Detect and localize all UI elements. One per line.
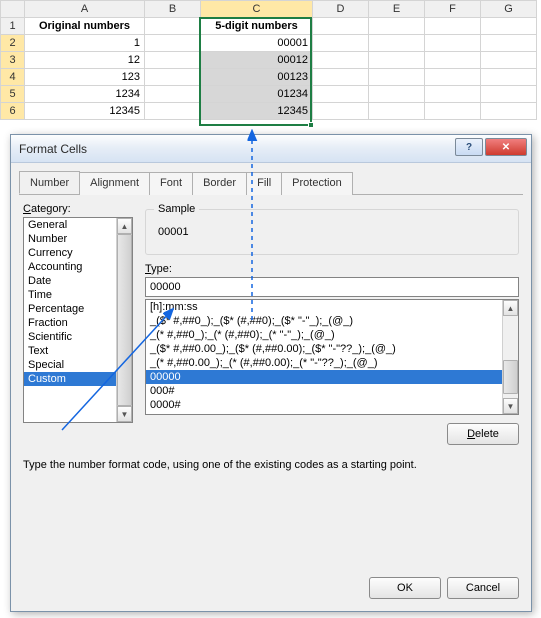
row-header-1[interactable]: 1 <box>1 18 25 35</box>
cell-B5[interactable] <box>145 86 201 103</box>
tab-fill[interactable]: Fill <box>246 172 282 195</box>
scroll-thumb[interactable] <box>503 360 518 394</box>
col-header-D[interactable]: D <box>313 1 369 18</box>
col-header-B[interactable]: B <box>145 1 201 18</box>
ok-button[interactable]: OK <box>369 577 441 599</box>
cancel-button[interactable]: Cancel <box>447 577 519 599</box>
format-item[interactable]: _($* #,##0_);_($* (#,##0);_($* "-"_);_(@… <box>146 314 502 328</box>
cell-C3[interactable]: 00012 <box>201 52 313 69</box>
cell-B6[interactable] <box>145 103 201 120</box>
cell-F3[interactable] <box>425 52 481 69</box>
dialog-titlebar[interactable]: Format Cells ? ✕ <box>11 135 531 163</box>
cell-B3[interactable] <box>145 52 201 69</box>
col-header-F[interactable]: F <box>425 1 481 18</box>
cell-C2[interactable]: 00001 <box>201 35 313 52</box>
cell-F1[interactable] <box>425 18 481 35</box>
format-scrollbar[interactable]: ▲ ▼ <box>502 300 518 414</box>
format-item-selected[interactable]: 00000 <box>146 370 502 384</box>
row-header-3[interactable]: 3 <box>1 52 25 69</box>
cell-D1[interactable] <box>313 18 369 35</box>
scroll-thumb[interactable] <box>117 234 132 406</box>
tab-border[interactable]: Border <box>192 172 247 195</box>
category-list[interactable]: General Number Currency Accounting Date … <box>23 217 133 423</box>
format-item[interactable]: 00-00 <box>146 412 502 415</box>
close-button[interactable]: ✕ <box>485 138 527 156</box>
col-header-E[interactable]: E <box>369 1 425 18</box>
cell-G6[interactable] <box>481 103 537 120</box>
cell-D6[interactable] <box>313 103 369 120</box>
cell-F2[interactable] <box>425 35 481 52</box>
dialog-title: Format Cells <box>19 142 87 156</box>
cell-B1[interactable] <box>145 18 201 35</box>
cell-B2[interactable] <box>145 35 201 52</box>
format-item[interactable]: [h]:mm:ss <box>146 300 502 314</box>
cell-A2[interactable]: 1 <box>25 35 145 52</box>
col-header-C[interactable]: C <box>201 1 313 18</box>
dialog-tabs: Number Alignment Font Border Fill Protec… <box>19 171 523 195</box>
tab-alignment[interactable]: Alignment <box>79 172 150 195</box>
tab-protection[interactable]: Protection <box>281 172 353 195</box>
cell-B4[interactable] <box>145 69 201 86</box>
cell-A5[interactable]: 1234 <box>25 86 145 103</box>
col-header-A[interactable]: A <box>25 1 145 18</box>
tab-font[interactable]: Font <box>149 172 193 195</box>
row-header-5[interactable]: 5 <box>1 86 25 103</box>
select-all-corner[interactable] <box>1 1 25 18</box>
format-hint: Type the number format code, using one o… <box>23 459 519 471</box>
col-header-G[interactable]: G <box>481 1 537 18</box>
tab-number[interactable]: Number <box>19 171 80 194</box>
cell-E6[interactable] <box>369 103 425 120</box>
cell-D4[interactable] <box>313 69 369 86</box>
cell-D5[interactable] <box>313 86 369 103</box>
type-label: Type: <box>145 263 519 275</box>
cell-C1[interactable]: 5-digit numbers <box>201 18 313 35</box>
row-header-2[interactable]: 2 <box>1 35 25 52</box>
cell-E4[interactable] <box>369 69 425 86</box>
row-header-6[interactable]: 6 <box>1 103 25 120</box>
cell-C4[interactable]: 00123 <box>201 69 313 86</box>
fill-handle[interactable] <box>308 122 314 128</box>
spreadsheet-grid: A B C D E F G 1 Original numbers 5-digit… <box>0 0 541 120</box>
cell-E5[interactable] <box>369 86 425 103</box>
sample-label: Sample <box>154 203 199 215</box>
row-header-4[interactable]: 4 <box>1 69 25 86</box>
cell-G4[interactable] <box>481 69 537 86</box>
scroll-down-icon[interactable]: ▼ <box>503 398 518 414</box>
cell-E3[interactable] <box>369 52 425 69</box>
cell-F6[interactable] <box>425 103 481 120</box>
sample-value: 00001 <box>154 224 510 240</box>
format-item[interactable]: _($* #,##0.00_);_($* (#,##0.00);_($* "-"… <box>146 342 502 356</box>
cell-E2[interactable] <box>369 35 425 52</box>
help-button[interactable]: ? <box>455 138 483 156</box>
scroll-down-icon[interactable]: ▼ <box>117 406 132 422</box>
scroll-up-icon[interactable]: ▲ <box>503 300 518 316</box>
cell-F4[interactable] <box>425 69 481 86</box>
cell-G1[interactable] <box>481 18 537 35</box>
type-input[interactable] <box>145 277 519 297</box>
delete-button[interactable]: Delete <box>447 423 519 445</box>
cell-D3[interactable] <box>313 52 369 69</box>
cell-C6[interactable]: 12345 <box>201 103 313 120</box>
cell-A6[interactable]: 12345 <box>25 103 145 120</box>
format-item[interactable]: _(* #,##0_);_(* (#,##0);_(* "-"_);_(@_) <box>146 328 502 342</box>
cell-G5[interactable] <box>481 86 537 103</box>
format-item[interactable]: 000# <box>146 384 502 398</box>
cell-G2[interactable] <box>481 35 537 52</box>
cell-A4[interactable]: 123 <box>25 69 145 86</box>
category-label: Category: <box>23 203 133 215</box>
format-item[interactable]: _(* #,##0.00_);_(* (#,##0.00);_(* "-"??_… <box>146 356 502 370</box>
format-cells-dialog: Format Cells ? ✕ Number Alignment Font B… <box>10 134 532 612</box>
cell-G3[interactable] <box>481 52 537 69</box>
cell-A3[interactable]: 12 <box>25 52 145 69</box>
cell-C5[interactable]: 01234 <box>201 86 313 103</box>
cell-F5[interactable] <box>425 86 481 103</box>
cell-E1[interactable] <box>369 18 425 35</box>
cells-table[interactable]: A B C D E F G 1 Original numbers 5-digit… <box>0 0 537 120</box>
cell-A1[interactable]: Original numbers <box>25 18 145 35</box>
category-scrollbar[interactable]: ▲ ▼ <box>116 218 132 422</box>
scroll-up-icon[interactable]: ▲ <box>117 218 132 234</box>
format-item[interactable]: 0000# <box>146 398 502 412</box>
format-code-list[interactable]: [h]:mm:ss _($* #,##0_);_($* (#,##0);_($*… <box>145 299 519 415</box>
cell-D2[interactable] <box>313 35 369 52</box>
